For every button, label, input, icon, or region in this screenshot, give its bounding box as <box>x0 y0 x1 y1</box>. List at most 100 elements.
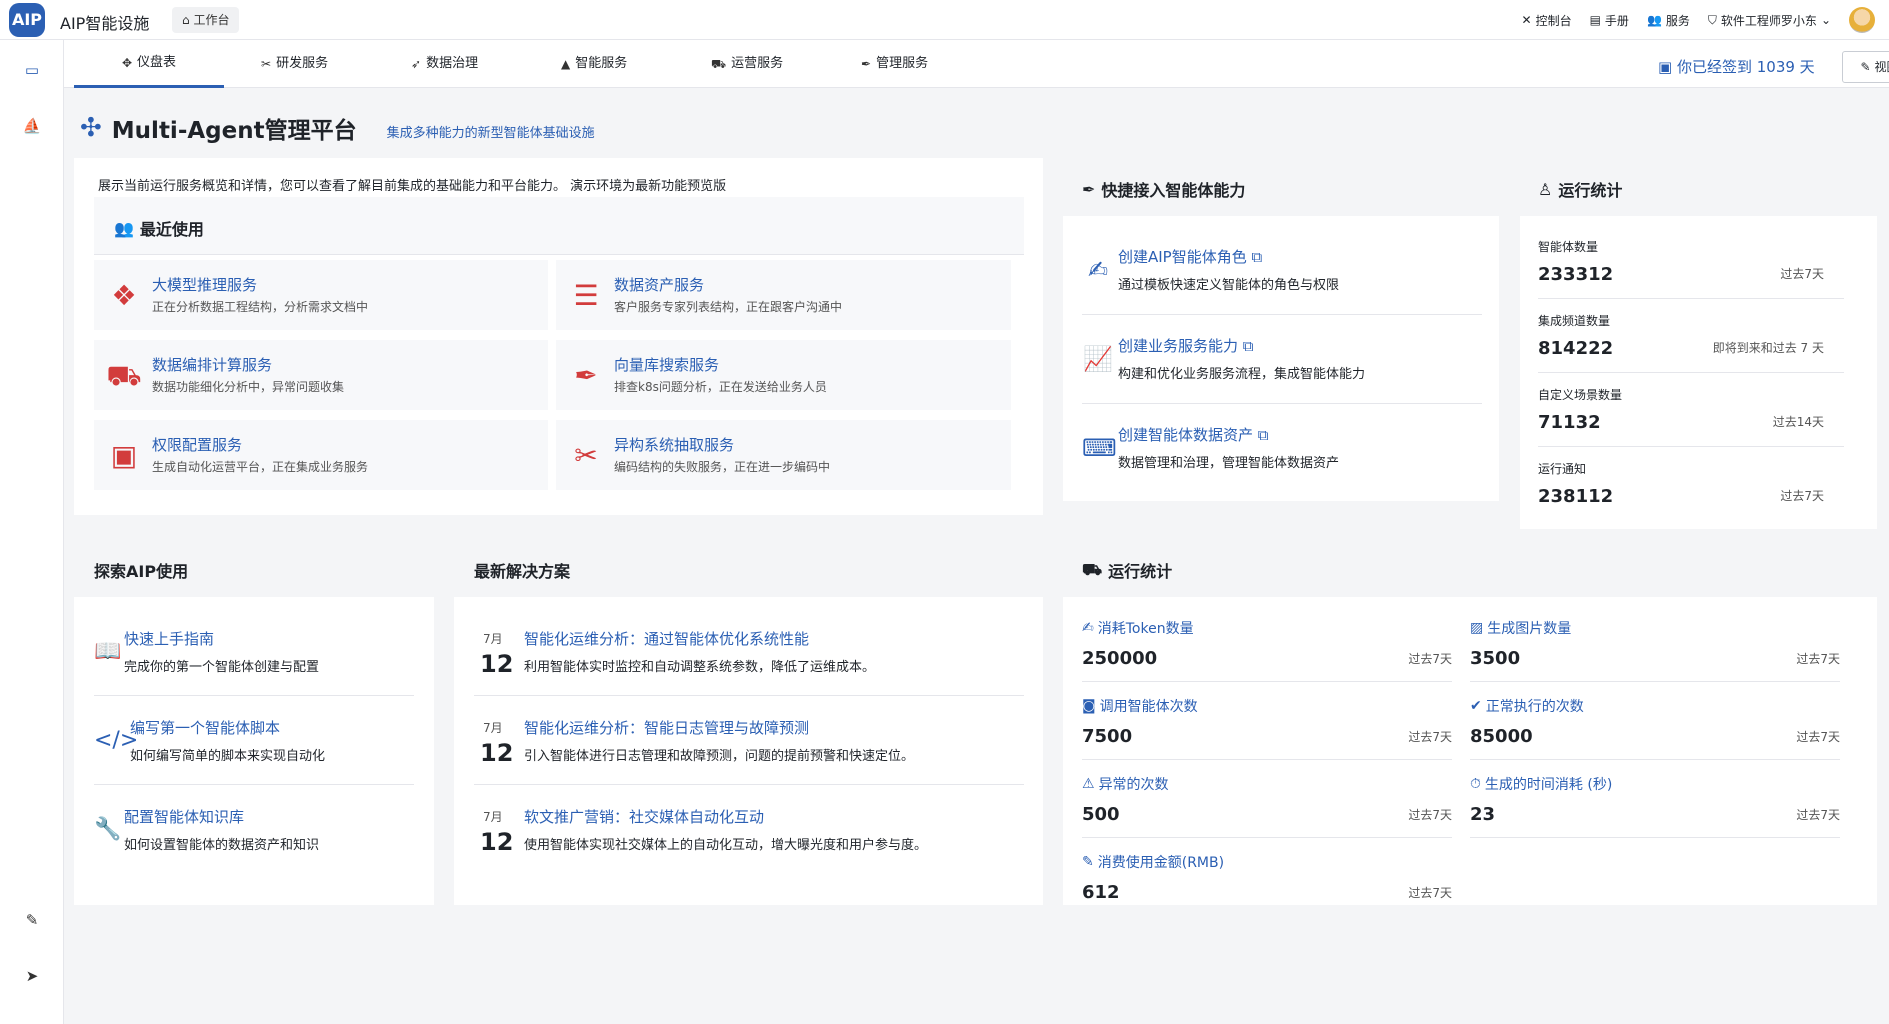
external-link-icon: ⧉ <box>1257 426 1269 444</box>
solution-day: 12 <box>480 650 514 678</box>
dashboard-icon: ✥ <box>121 55 133 70</box>
paper-plane-icon[interactable]: ➤ <box>20 964 44 988</box>
view-config-label: 视图配置 <box>1874 60 1889 74</box>
explore-item-subtitle: 如何设置智能体的数据资产和知识 <box>124 838 320 853</box>
avatar[interactable] <box>1849 7 1875 33</box>
wrench-icon: 🔧 <box>94 817 122 842</box>
recent-title-label: 最近使用 <box>139 220 204 239</box>
stat-label: 运行通知 <box>1538 462 1587 476</box>
signature-icon: ✍ <box>1087 256 1109 284</box>
recent-item-llm-inference[interactable]: ❖ 大模型推理服务 正在分析数据工程结构，分析需求文档中 <box>94 260 548 330</box>
quick-access-title-label: 快捷接入智能体能力 <box>1101 181 1246 200</box>
service-link[interactable]: 👥 服务 <box>1647 12 1690 29</box>
op-stat-period: 过去7天 <box>1408 730 1452 744</box>
op-stat-value: 85000 <box>1470 726 1533 747</box>
op-stat-images: ▨ 生成图片数量 3500 过去7天 <box>1470 606 1840 682</box>
explore-knowledge-base[interactable]: 🔧 配置智能体知识库 如何设置智能体的数据资产和知识 <box>94 806 414 856</box>
shield-icon: ⛉ <box>1707 12 1717 27</box>
user-menu[interactable]: ⛉ 软件工程师罗小东 ⌄ <box>1708 12 1831 29</box>
feather-icon: ✒ <box>574 359 598 392</box>
solution-item[interactable]: 7月 12 智能化运维分析：智能日志管理与故障预测 引入智能体进行日志管理和故障… <box>480 717 1025 767</box>
recent-title: 👥 最近使用 <box>114 216 204 240</box>
service-label: 服务 <box>1665 13 1690 28</box>
recent-item-data-asset[interactable]: ☰ 数据资产服务 客户服务专家列表结构，正在跟客户沟通中 <box>556 260 1011 330</box>
desktop-icon[interactable]: ▭ <box>20 58 44 82</box>
file-signature-icon[interactable]: ✎ <box>20 908 44 932</box>
op-stat-period: 过去7天 <box>1408 886 1452 900</box>
op-stat-period: 过去7天 <box>1796 730 1840 744</box>
op-stat-value: 3500 <box>1470 648 1521 669</box>
tab-label: 研发服务 <box>276 56 329 71</box>
tab-dashboard[interactable]: ✥ 仪盘表 <box>74 40 224 88</box>
recent-item-title: 数据资产服务 <box>614 276 705 294</box>
chart-file-icon: 📈 <box>1083 345 1113 373</box>
recent-item-vector-search[interactable]: ✒ 向量库搜索服务 排查k8s问题分析，正在发送给业务人员 <box>556 340 1011 410</box>
explore-first-script[interactable]: </> 编写第一个智能体脚本 如何编写简单的脚本来实现自动化 <box>94 717 414 767</box>
tab-label: 仪盘表 <box>137 54 177 70</box>
view-config-button[interactable]: ✎ 视图配置 <box>1842 51 1889 83</box>
manual-link[interactable]: ▤ 手册 <box>1590 12 1629 29</box>
divider <box>1082 403 1482 404</box>
warning-icon: ⚠ <box>1082 776 1095 792</box>
solution-item[interactable]: 7月 12 智能化运维分析：通过智能体优化系统性能 利用智能体实时监控和自动调整… <box>480 628 1025 678</box>
external-link-icon: ⧉ <box>1242 337 1254 355</box>
book-reader-icon: 📖 <box>94 639 122 664</box>
qa-create-business-service[interactable]: 📈 创建业务服务能力 ⧉ 构建和优化业务服务流程，集成智能体能力 <box>1082 335 1482 385</box>
server-icon: ☰ <box>573 279 599 312</box>
recent-item-title: 大模型推理服务 <box>152 276 258 294</box>
tab-rd-service[interactable]: ✂ 研发服务 <box>261 40 328 88</box>
edit-icon: ✎ <box>1860 60 1871 74</box>
stopwatch-icon: ⏱ <box>1470 776 1481 792</box>
run-stats-title: ♙ 运行统计 <box>1538 177 1622 201</box>
tab-smart-service[interactable]: ▲ 智能服务 <box>561 40 627 88</box>
qa-item-title: 创建业务服务能力 ⧉ <box>1118 337 1254 355</box>
top-bar: AIP AIP智能设施 ⌂ 工作台 ✕ 控制台 ▤ 手册 👥 服务 ⛉ 软件工程… <box>0 0 1889 40</box>
console-link[interactable]: ✕ 控制台 <box>1522 12 1572 29</box>
solution-month: 7月 <box>483 721 503 735</box>
solution-subtitle: 引入智能体进行日志管理和故障预测，问题的提前预警和快速定位。 <box>524 749 915 764</box>
tools-icon: ✂ <box>261 57 272 71</box>
tab-operation-service[interactable]: ⛟ 运营服务 <box>711 40 783 88</box>
truck-icon: ⛟ <box>106 359 142 392</box>
recent-item-data-orchestration[interactable]: ⛟ 数据编排计算服务 数据功能细化分析中，异常问题收集 <box>94 340 548 410</box>
qa-create-agent-role[interactable]: ✍ 创建AIP智能体角色 ⧉ 通过模板快速定义智能体的角色与权限 <box>1082 246 1482 296</box>
op-stat-period: 过去7天 <box>1408 808 1452 822</box>
left-sidebar: ▭ ⛵ ✎ ➤ <box>0 40 64 1024</box>
recent-item-title: 数据编排计算服务 <box>152 356 273 374</box>
recent-item-heterogeneous-extract[interactable]: ✂ 异构系统抽取服务 编码结构的失败服务，正在进一步编码中 <box>556 420 1011 490</box>
tab-label: 管理服务 <box>876 56 929 71</box>
recent-item-permission-config[interactable]: ▣ 权限配置服务 生成自动化运营平台，正在集成业务服务 <box>94 420 548 490</box>
overview-description: 展示当前运行服务概览和详情，您可以查看了解目前集成的基础能力和平台能力。 演示环… <box>98 179 727 194</box>
explore-item-title: 快速上手指南 <box>124 630 215 648</box>
quick-access-title: ✒ 快捷接入智能体能力 <box>1082 177 1245 201</box>
image-icon: ▨ <box>1470 620 1484 636</box>
solution-title: 智能化运维分析：智能日志管理与故障预测 <box>524 719 810 737</box>
op-stat-value: 23 <box>1470 804 1496 825</box>
qa-create-data-asset[interactable]: ⌨ 创建智能体数据资产 ⧉ 数据管理和治理，管理智能体数据资产 <box>1082 424 1482 474</box>
divider <box>474 784 1024 785</box>
explore-title: 探索AIP使用 <box>94 562 189 581</box>
check-circle-icon: ✔ <box>1470 698 1482 714</box>
app-logo[interactable]: AIP <box>9 3 45 37</box>
stat-value: 71132 <box>1538 412 1601 433</box>
op-stat-token: ✍ 消耗Token数量 250000 过去7天 <box>1082 606 1452 682</box>
user-name: 软件工程师罗小东 <box>1720 13 1817 28</box>
ship-icon[interactable]: ⛵ <box>20 114 44 138</box>
tab-data-governance[interactable]: ➶ 数据治理 <box>411 40 478 88</box>
users-icon: 👥 <box>1646 13 1662 27</box>
qa-item-title: 创建智能体数据资产 ⧉ <box>1118 426 1269 444</box>
explore-quickstart[interactable]: 📖 快速上手指南 完成你的第一个智能体创建与配置 <box>94 628 414 678</box>
solution-day: 12 <box>480 828 514 856</box>
stat-label: 自定义场景数量 <box>1538 388 1623 402</box>
feather-icon: ✒ <box>1082 179 1096 199</box>
solution-item[interactable]: 7月 12 软文推广营销：社交媒体自动化互动 使用智能体实现社交媒体上的自动化互… <box>480 806 1025 856</box>
tab-management-service[interactable]: ✒ 管理服务 <box>861 40 928 88</box>
signature-icon: ✍ <box>1082 620 1094 636</box>
workbench-button[interactable]: ⌂ 工作台 <box>172 7 240 33</box>
tools-icon: ✕ <box>1521 13 1532 27</box>
op-stat-time: ⏱ 生成的时间消耗 (秒) 23 过去7天 <box>1470 762 1840 838</box>
solution-month: 7月 <box>483 810 503 824</box>
divider <box>94 784 414 785</box>
op-stat-label: ▨ 生成图片数量 <box>1470 620 1572 637</box>
recent-item-subtitle: 生成自动化运营平台，正在集成业务服务 <box>152 460 369 474</box>
